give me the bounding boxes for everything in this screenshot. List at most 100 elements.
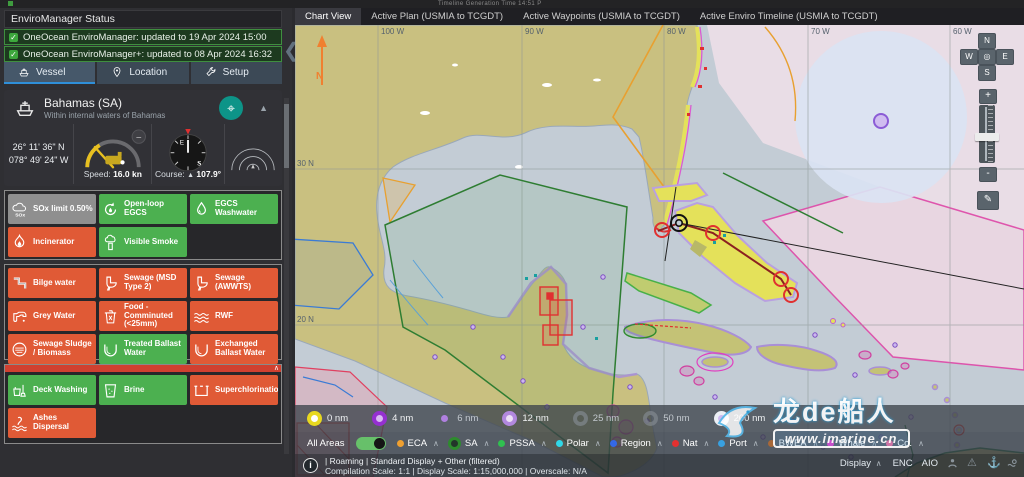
enviro-button-sewage-msd-type-2[interactable]: Sewage (MSD Type 2) xyxy=(99,268,187,298)
tap-icon xyxy=(11,308,28,325)
pan-north-button[interactable]: N xyxy=(978,33,996,49)
filter-item-sa[interactable]: SA∧ xyxy=(448,437,492,450)
map-tab-active-plan-usmia-to-tcgdt[interactable]: Active Plan (USMIA to TCGDT) xyxy=(361,8,513,25)
chevron-up-icon[interactable]: ▲ xyxy=(259,103,268,113)
ring-item-12-nm[interactable]: 12 nm xyxy=(502,411,548,426)
enviro-button-label: Ashes Dispersal xyxy=(33,414,93,432)
ring-item-6-nm[interactable]: 6 nm xyxy=(437,411,478,426)
map-tab-active-waypoints-usmia-to-tcgdt[interactable]: Active Waypoints (USMIA to TCGDT) xyxy=(513,8,690,25)
enc-button[interactable]: ENC xyxy=(893,458,913,469)
speed-label: Speed: xyxy=(84,169,111,179)
enviro-button-visible-smoke[interactable]: Visible Smoke xyxy=(99,227,187,257)
filter-item-eca[interactable]: ECA ∧ xyxy=(397,438,441,449)
enviro-sidebar: EnviroManager Status ✓OneOcean EnviroMan… xyxy=(0,8,292,477)
filter-collapse-icon[interactable]: ∧ xyxy=(657,439,663,448)
chart-canvas[interactable]: 100 W90 W80 W70 W60 W30 N20 N xyxy=(295,25,1024,477)
sidebar-tab-label: Location xyxy=(129,67,167,78)
pan-east-button[interactable]: E xyxy=(996,49,1014,65)
fish-logo-icon xyxy=(715,397,767,443)
pan-center-button[interactable]: ◎ xyxy=(978,49,996,65)
pencil-icon[interactable]: ✎ xyxy=(977,191,999,210)
enviro-button-grey-water[interactable]: Grey Water xyxy=(8,301,96,331)
filter-label: Polar xyxy=(567,438,589,449)
storm-icon[interactable] xyxy=(1007,458,1018,469)
locate-crosshair-icon[interactable]: ⌖ xyxy=(219,96,243,120)
ring-label: 6 nm xyxy=(457,413,478,424)
enviro-button-label: Visible Smoke xyxy=(124,238,178,247)
enviro-button-sox-limit-0-50[interactable]: SOxSOx limit 0.50% xyxy=(8,194,96,224)
svg-text:E: E xyxy=(180,140,184,147)
sidebar-tab-vessel[interactable]: Vessel xyxy=(4,62,95,84)
enviro-button-rwf[interactable]: RWF xyxy=(190,301,278,331)
all-areas-toggle[interactable] xyxy=(356,437,386,450)
sidebar-tab-setup[interactable]: Setup xyxy=(191,62,282,84)
filter-collapse-icon[interactable]: ∧ xyxy=(918,439,924,448)
filter-item-polar[interactable]: Polar ∧ xyxy=(556,438,603,449)
status-row[interactable]: ✓OneOcean EnviroManager: updated to 19 A… xyxy=(4,29,282,45)
filter-item-region[interactable]: Region∧ xyxy=(610,438,665,449)
person-icon[interactable] xyxy=(947,458,958,469)
enviro-button-deck-washing[interactable]: Deck Washing xyxy=(8,375,96,405)
ring-item-50-nm[interactable]: 50 nm xyxy=(643,411,689,426)
display-button[interactable]: Display ∧ xyxy=(840,458,884,469)
svg-text:–: – xyxy=(136,132,141,142)
enviro-button-treated-ballast-water[interactable]: Treated Ballast Water xyxy=(99,334,187,364)
sidebar-scrollbar-thumb[interactable] xyxy=(284,104,289,168)
imarine-watermark: 龙de船人 www.imarine.cn xyxy=(715,397,910,448)
map-tab-active-enviro-timeline-usmia-to-tcgdt[interactable]: Active Enviro Timeline (USMIA to TCGDT) xyxy=(690,8,888,25)
range-ring-center xyxy=(874,114,888,128)
ring-label: 4 nm xyxy=(392,413,413,424)
svg-text:N: N xyxy=(316,71,323,82)
filter-collapse-icon[interactable]: ∧ xyxy=(484,439,490,448)
ashes-icon xyxy=(11,415,28,432)
collapse-chevron-icon[interactable]: ∧ xyxy=(274,364,279,372)
pin-icon xyxy=(111,66,123,78)
aio-button[interactable]: AIO xyxy=(922,458,938,469)
sludge-icon xyxy=(11,341,28,358)
sidebar-tab-location[interactable]: Location xyxy=(97,62,188,84)
radar-display xyxy=(224,124,282,184)
hazard-triangle-icon[interactable]: ⚠ xyxy=(967,458,978,469)
filter-collapse-icon[interactable]: ∧ xyxy=(541,439,547,448)
pan-west-button[interactable]: W xyxy=(960,49,978,65)
ring-item-0-nm[interactable]: 0 nm xyxy=(307,411,348,426)
pan-south-button[interactable]: S xyxy=(978,65,996,81)
filter-collapse-icon[interactable]: ∧ xyxy=(595,439,601,448)
filter-collapse-icon[interactable]: ∧ xyxy=(703,439,709,448)
map-tab-bar: Chart ViewActive Plan (USMIA to TCGDT)Ac… xyxy=(295,8,1024,25)
info-icon[interactable]: i xyxy=(303,458,318,473)
enviro-button-superchlorination[interactable]: Superchlorination xyxy=(190,375,278,405)
filter-collapse-icon[interactable]: ∧ xyxy=(433,439,439,448)
enviro-button-egcs-washwater[interactable]: EGCS Washwater xyxy=(190,194,278,224)
zoom-out-button[interactable]: - xyxy=(979,167,997,182)
anchor-icon[interactable]: ⚓ xyxy=(987,458,998,469)
enviro-button-open-loop-egcs[interactable]: Open-loop EGCS xyxy=(99,194,187,224)
graticule-lat-label: 30 N xyxy=(297,159,314,168)
enviro-button-bilge-water[interactable]: Bilge water xyxy=(8,268,96,298)
enviro-button-brine[interactable]: Brine xyxy=(99,375,187,405)
smoke-icon xyxy=(102,234,119,251)
ring-label: 50 nm xyxy=(663,413,689,424)
filter-label: ECA xyxy=(408,438,428,449)
filter-item-pssa[interactable]: PSSA∧ xyxy=(498,438,548,449)
status-row[interactable]: ✓OneOcean EnviroManager+: updated to 08 … xyxy=(4,46,282,62)
enviro-button-sewage-sludge-biomass[interactable]: Sewage Sludge / Biomass xyxy=(8,334,96,364)
filter-item-nat[interactable]: Nat∧ xyxy=(672,438,712,449)
enviro-button-ashes-dispersal[interactable]: Ashes Dispersal xyxy=(8,408,96,438)
zoom-in-button[interactable]: + xyxy=(979,89,997,104)
droplet-icon xyxy=(193,201,210,218)
enviro-button-food-comminuted-25mm[interactable]: Food - Comminuted (<25mm) xyxy=(99,301,187,331)
enviro-button-label: Sewage (AWWTS) xyxy=(215,274,275,292)
ring-item-4-nm[interactable]: 4 nm xyxy=(372,411,413,426)
graticule-lon-label: 100 W xyxy=(381,27,405,36)
map-tab-chart-view[interactable]: Chart View xyxy=(295,8,361,25)
enviro-button-exchanged-ballast-water[interactable]: Exchanged Ballast Water xyxy=(190,334,278,364)
display-options-bar: Display ∧ ENC AIO ⚠ ⚓ xyxy=(840,458,1018,469)
speed-value: 16.0 kn xyxy=(113,169,142,179)
ring-item-25-nm[interactable]: 25 nm xyxy=(573,411,619,426)
zoom-slider-thumb[interactable] xyxy=(975,133,999,141)
enviro-button-sewage-awwts[interactable]: Sewage (AWWTS) xyxy=(190,268,278,298)
range-ring-icon xyxy=(441,415,448,422)
cuba-green-zone xyxy=(624,324,656,338)
enviro-button-incinerator[interactable]: Incinerator xyxy=(8,227,96,257)
